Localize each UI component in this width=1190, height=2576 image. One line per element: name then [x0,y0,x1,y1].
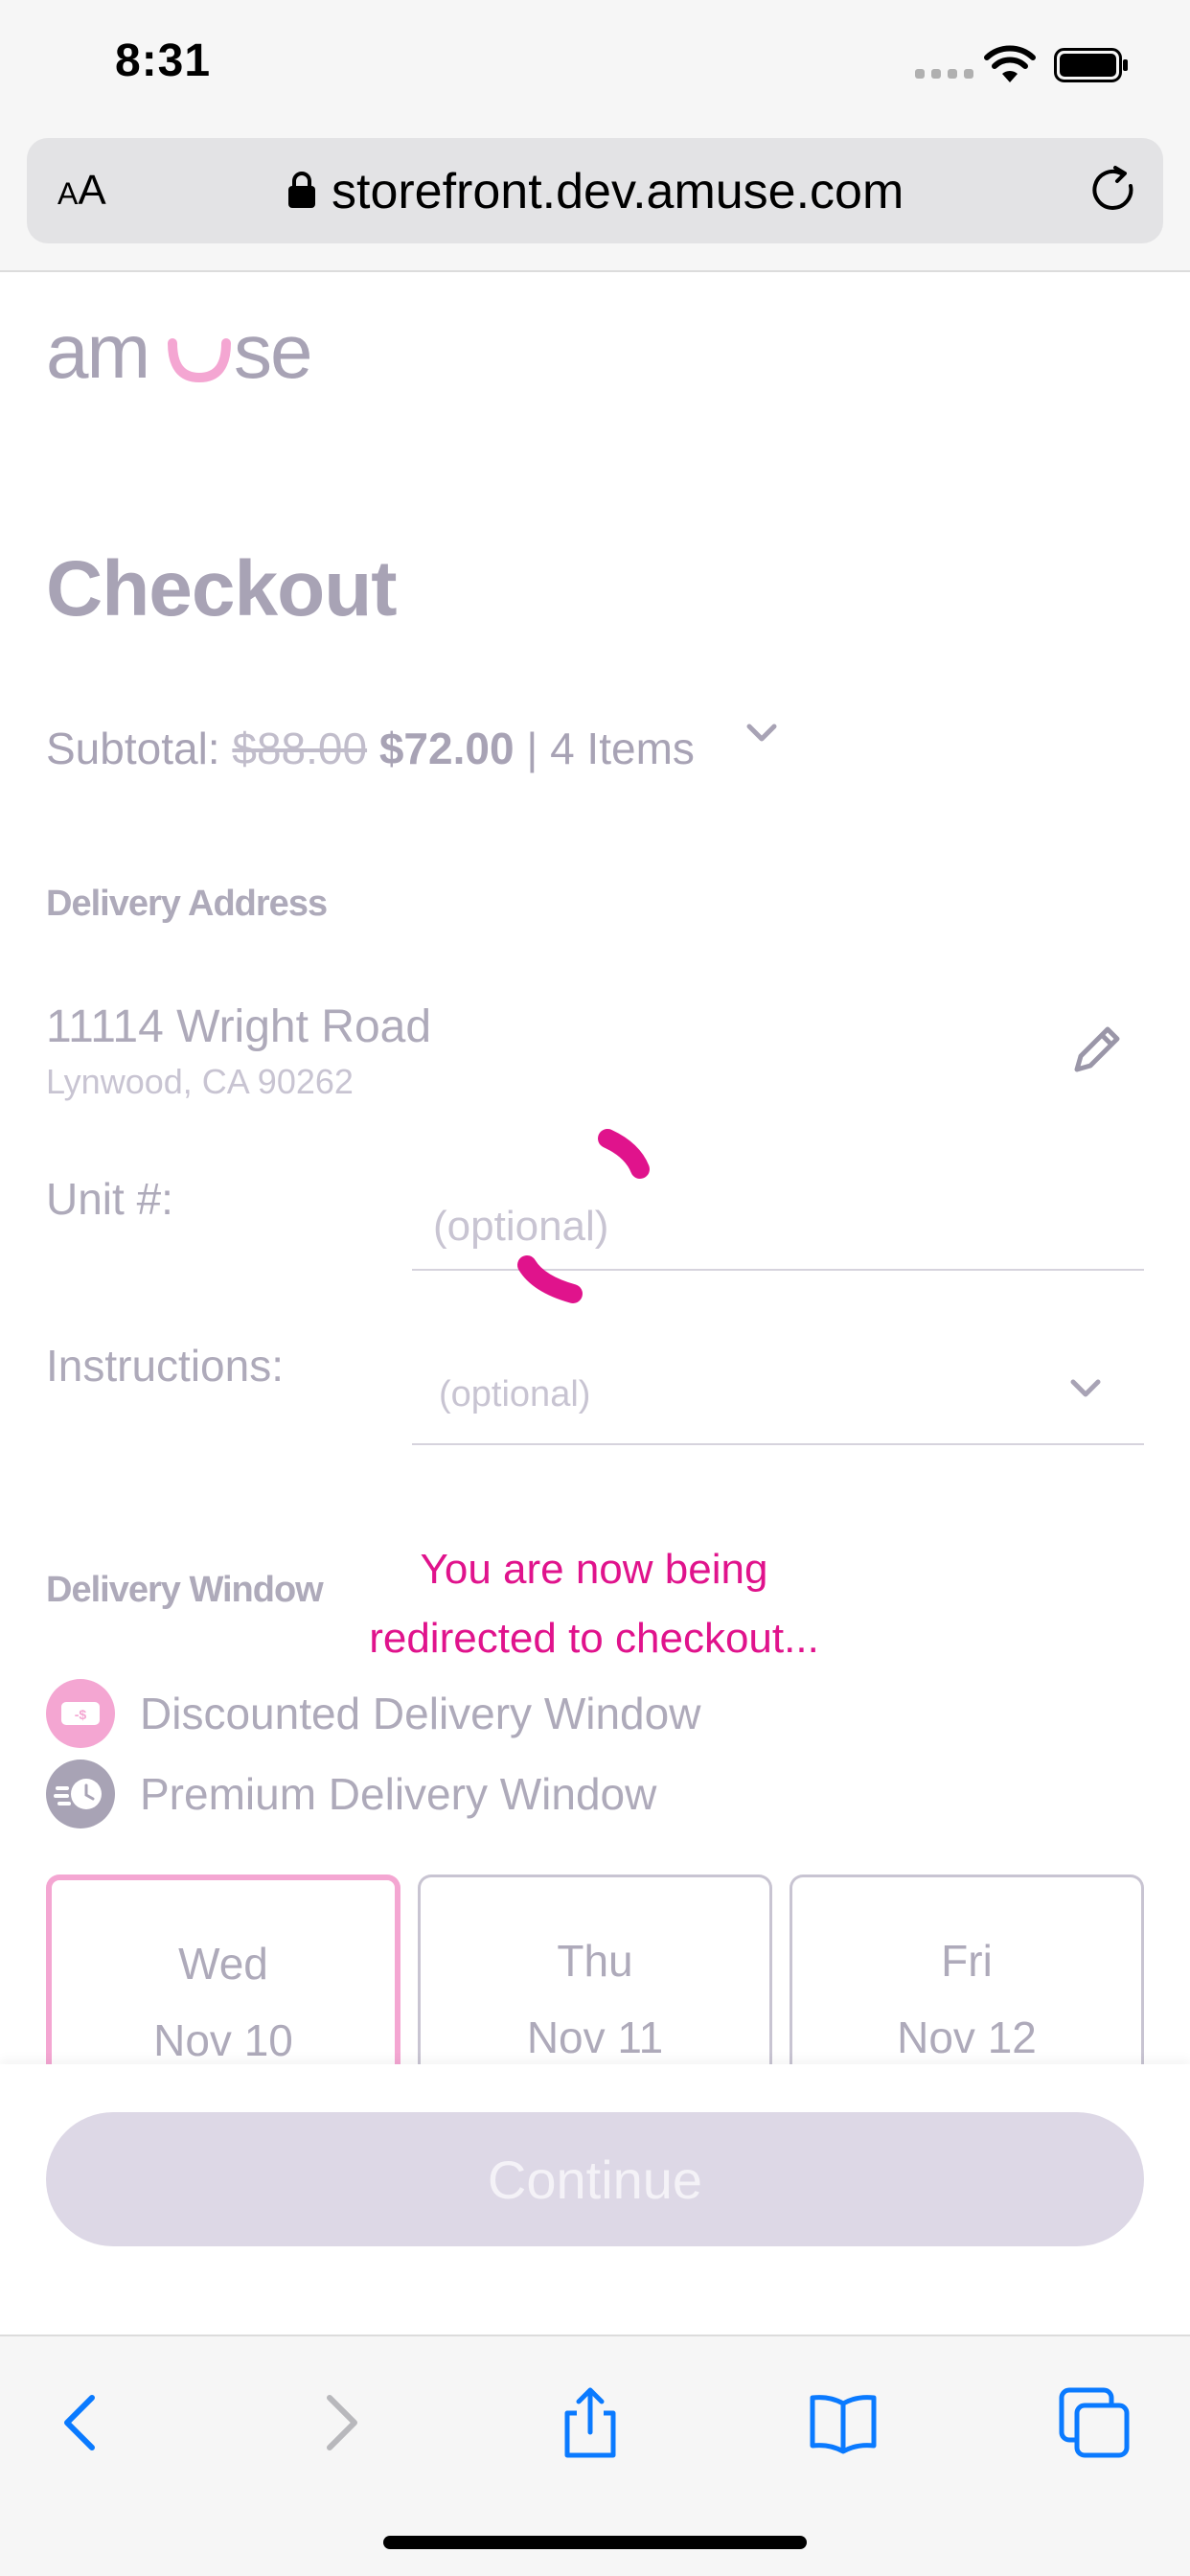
battery-icon [1054,48,1128,82]
items-count: 4 Items [550,724,695,773]
subtotal-label: Subtotal: [46,724,220,773]
continue-panel: Continue [0,2064,1190,2334]
lock-icon [288,172,315,208]
text-size-button[interactable]: AA [57,167,106,215]
pencil-edit-icon[interactable] [1067,1020,1127,1079]
chevron-down-icon[interactable] [745,719,778,748]
original-price: $88.00 [232,724,368,773]
day-date: Nov 11 [526,2012,664,2062]
day-date: Nov 10 [153,2015,293,2065]
status-time: 8:31 [115,35,212,86]
legend-discounted: -$ Discounted Delivery Window [46,1679,700,1748]
loading-spinner-icon [517,1129,650,1303]
delivery-window-heading: Delivery Window [46,1570,324,1610]
page-title: Checkout [46,545,398,632]
instructions-select[interactable]: (optional) [412,1346,1144,1445]
url-text[interactable]: storefront.dev.amuse.com [332,163,904,220]
browser-address-area: AA storefront.dev.amuse.com [0,128,1190,272]
day-name: Fri [941,1936,993,1986]
instructions-label: Instructions: [46,1341,284,1391]
tabs-icon[interactable] [1056,2384,1133,2461]
redirect-line-2: redirected to checkout... [369,1615,819,1662]
day-name: Wed [178,1939,268,1989]
back-icon[interactable] [44,2384,121,2461]
delivery-address-heading: Delivery Address [46,884,328,924]
discount-tag-icon: -$ [46,1679,115,1748]
svg-text:se: se [234,309,311,391]
status-bar: 8:31 [0,0,1190,128]
subtotal-separator: | [526,724,538,773]
continue-button[interactable]: Continue [46,2112,1144,2246]
day-name: Thu [557,1936,633,1986]
legend-discounted-label: Discounted Delivery Window [140,1689,701,1738]
instructions-value: (optional) [439,1374,591,1414]
amuse-logo: am se [46,309,313,391]
svg-text:am: am [46,309,149,391]
day-date: Nov 12 [897,2012,1037,2062]
redirect-line-1: You are now being [420,1546,768,1593]
reload-icon[interactable] [1088,165,1140,217]
address-street: 11114 Wright Road [46,1001,432,1052]
unit-label: Unit #: [46,1174,173,1224]
svg-text:-$: -$ [75,1707,87,1722]
address-city-line: Lynwood, CA 90262 [46,1062,354,1101]
home-indicator [383,2536,807,2549]
wifi-icon [984,45,1036,82]
chevron-down-icon [1070,1379,1101,1397]
address-bar[interactable]: AA storefront.dev.amuse.com [27,138,1163,243]
order-subtotal[interactable]: Subtotal: $88.00 $72.00 | 4 Items [46,723,695,774]
bookmarks-icon[interactable] [805,2384,881,2461]
legend-premium-label: Premium Delivery Window [140,1769,657,1819]
fast-clock-icon [46,1760,115,1828]
cellular-signal-icon [915,69,973,79]
redirect-message: You are now being redirected to checkout… [287,1535,901,1673]
share-icon[interactable] [552,2384,629,2461]
forward-icon[interactable] [301,2384,378,2461]
discounted-price: $72.00 [378,724,515,773]
legend-premium: Premium Delivery Window [46,1760,656,1828]
